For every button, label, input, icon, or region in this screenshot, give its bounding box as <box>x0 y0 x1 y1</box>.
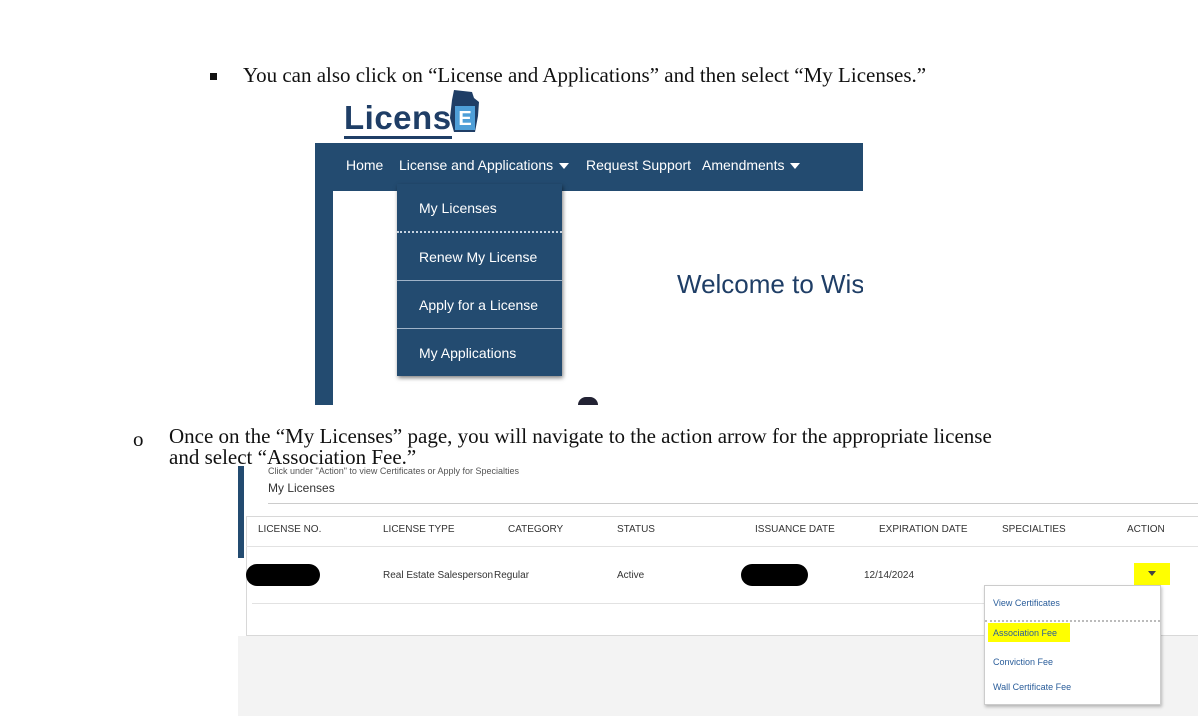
nav-license-applications[interactable]: License and Applications <box>399 157 570 173</box>
caret-down-icon <box>1148 571 1156 576</box>
instruction-2-line-2: and select “Association Fee.” <box>169 445 417 469</box>
welcome-heading: Welcome to Wis <box>677 269 863 299</box>
square-bullet-icon <box>210 73 217 80</box>
col-license-no: LICENSE NO. <box>258 524 322 535</box>
action-menu: View Certificates Association Fee Convic… <box>984 585 1161 705</box>
menu-item-association-fee[interactable]: Association Fee <box>993 628 1057 638</box>
license-applications-dropdown: My Licenses Renew My License Apply for a… <box>397 184 562 376</box>
action-dropdown-button[interactable] <box>1134 563 1170 585</box>
col-license-type: LICENSE TYPE <box>383 524 455 535</box>
nav-amendments-label: Amendments <box>702 157 785 173</box>
logo-badge-letter: E <box>458 108 471 130</box>
wisconsin-map-icon: E <box>450 90 479 132</box>
col-specialties: SPECIALTIES <box>1002 524 1066 535</box>
instruction-2-line-1: Once on the “My Licenses” page, you will… <box>169 424 992 448</box>
cell-license-type: Real Estate Salesperson <box>383 570 494 581</box>
logo-text: Licens <box>344 100 452 139</box>
cell-category: Regular <box>494 570 530 581</box>
partial-image <box>578 397 598 405</box>
col-action: ACTION <box>1127 524 1165 535</box>
cell-status: Active <box>617 570 645 581</box>
menu-item-view-certificates[interactable]: View Certificates <box>993 598 1060 608</box>
my-licenses-title: My Licenses <box>268 481 335 495</box>
menu-item-apply-license[interactable]: Apply for a License <box>397 281 562 329</box>
nav-amendments[interactable]: Amendments <box>702 157 801 173</box>
row-divider <box>252 603 992 604</box>
header-divider <box>246 546 1198 547</box>
nav-request-support[interactable]: Request Support <box>586 157 691 173</box>
nav-license-applications-label: License and Applications <box>399 157 554 173</box>
col-issuance-date: ISSUANCE DATE <box>755 524 835 535</box>
redacted-license-no <box>246 564 320 586</box>
col-status: STATUS <box>617 524 655 535</box>
nav-home[interactable]: Home <box>346 157 383 173</box>
caret-down-icon <box>790 163 801 170</box>
action-hint: Click under "Action" to view Certificate… <box>268 466 519 476</box>
caret-down-icon <box>559 163 570 170</box>
cell-expiration-date: 12/14/2024 <box>864 570 915 581</box>
menu-item-conviction-fee[interactable]: Conviction Fee <box>993 657 1053 667</box>
col-category: CATEGORY <box>508 524 564 535</box>
left-accent-bar <box>238 466 244 558</box>
menu-item-renew-license[interactable]: Renew My License <box>397 233 562 281</box>
license-portal-screenshot: Home License and Applications Request Su… <box>315 143 863 405</box>
divider <box>268 503 1198 504</box>
redacted-issuance-date <box>741 564 808 586</box>
menu-item-my-applications[interactable]: My Applications <box>397 329 562 376</box>
my-licenses-screenshot: Click under "Action" to view Certificate… <box>238 466 1198 716</box>
circle-bullet-icon: o <box>133 427 144 451</box>
col-expiration-date: EXPIRATION DATE <box>879 524 968 535</box>
menu-item-my-licenses[interactable]: My Licenses <box>397 184 562 233</box>
side-bar <box>315 191 333 405</box>
instruction-1: You can also click on “License and Appli… <box>243 63 927 87</box>
menu-item-wall-certificate-fee[interactable]: Wall Certificate Fee <box>993 682 1071 692</box>
instruction-2: Once on the “My Licenses” page, you will… <box>169 426 992 468</box>
menu-separator <box>985 620 1160 622</box>
